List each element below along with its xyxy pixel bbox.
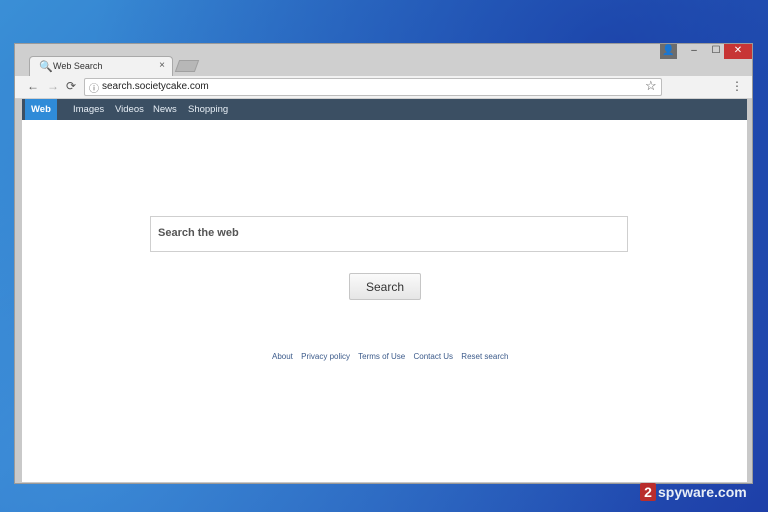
- nav-shopping[interactable]: Shopping: [188, 104, 228, 115]
- page-content: Search About Privacy policy Terms of Use…: [22, 120, 747, 482]
- watermark-badge: 2: [640, 483, 656, 501]
- nav-videos[interactable]: Videos: [115, 104, 144, 115]
- footer-link-about[interactable]: About: [272, 352, 293, 361]
- search-box[interactable]: [150, 216, 628, 252]
- footer-link-privacy[interactable]: Privacy policy: [301, 352, 350, 361]
- minimize-button[interactable]: –: [683, 44, 705, 59]
- search-button[interactable]: Search: [349, 273, 421, 300]
- reload-icon[interactable]: ⟳: [66, 79, 76, 93]
- url-text[interactable]: search.societycake.com: [102, 81, 209, 92]
- tab-close-icon[interactable]: ×: [159, 60, 165, 71]
- browser-toolbar: ← → ⟳ ⓘ search.societycake.com ☆ ⋮: [15, 76, 752, 99]
- new-tab-button[interactable]: [174, 60, 200, 72]
- watermark-logo: 2 spyware.com: [640, 483, 760, 503]
- tab-title: Web Search: [53, 61, 103, 71]
- footer-link-terms[interactable]: Terms of Use: [358, 352, 405, 361]
- site-nav-bar: Web Images Videos News Shopping: [22, 99, 747, 120]
- menu-icon[interactable]: ⋮: [731, 79, 743, 93]
- tab-web-search[interactable]: 🔍 Web Search ×: [29, 56, 173, 78]
- user-profile-icon[interactable]: 👤: [660, 44, 677, 59]
- search-input[interactable]: [156, 226, 620, 240]
- footer-link-contact[interactable]: Contact Us: [413, 352, 453, 361]
- nav-web[interactable]: Web: [25, 99, 57, 120]
- nav-news[interactable]: News: [153, 104, 177, 115]
- info-icon: ⓘ: [89, 84, 99, 95]
- browser-window: 🔍 Web Search × 👤 – ☐ ✕ ← → ⟳ ⓘ search.so…: [14, 43, 753, 484]
- title-bar: 🔍 Web Search × 👤 – ☐ ✕: [15, 44, 752, 78]
- search-icon: 🔍: [39, 61, 53, 73]
- address-bar[interactable]: ⓘ search.societycake.com: [84, 78, 662, 96]
- footer-links: About Privacy policy Terms of Use Contac…: [272, 352, 514, 361]
- forward-arrow-icon[interactable]: →: [47, 79, 59, 93]
- back-arrow-icon[interactable]: ←: [27, 79, 39, 93]
- watermark-text: spyware.com: [658, 484, 747, 500]
- close-window-button[interactable]: ✕: [724, 44, 752, 59]
- footer-link-reset[interactable]: Reset search: [461, 352, 508, 361]
- star-icon[interactable]: ☆: [645, 78, 657, 94]
- nav-images[interactable]: Images: [73, 104, 104, 115]
